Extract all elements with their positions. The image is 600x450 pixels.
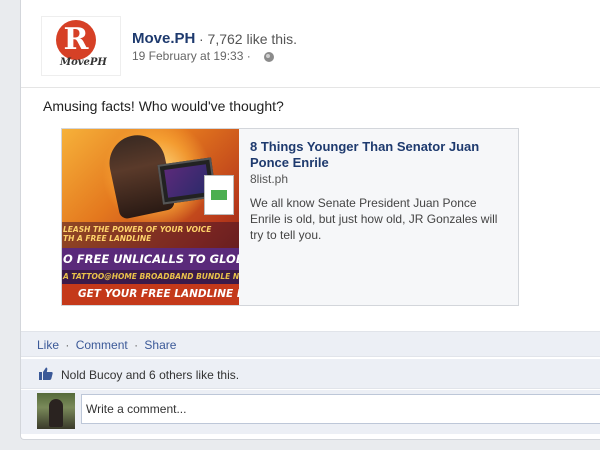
thumbs-up-icon (39, 367, 53, 380)
logo-letter: R (63, 22, 89, 57)
banner-line-2: O FREE UNLICALLS TO GLOBE & T (62, 248, 239, 270)
page-name-link[interactable]: Move.PH (132, 30, 195, 47)
banner-line-3: A TATTOO@HOME BROADBAND BUNDLE N (62, 270, 239, 284)
page-likes-count: · 7,762 like this. (199, 31, 298, 47)
preview-description: We all know Senate President Juan Ponce … (250, 196, 498, 242)
preview-thumbnail[interactable]: LEASH THE POWER OF YOUR VOICE TH A FREE … (62, 129, 239, 305)
globe-icon (264, 52, 274, 62)
comment-input[interactable] (81, 394, 600, 424)
link-preview[interactable]: LEASH THE POWER OF YOUR VOICE TH A FREE … (61, 128, 519, 306)
post-header: R MovePH Move.PH · 7,762 like this. 19 F… (21, 0, 600, 88)
likes-summary: Nold Bucoy and 6 others like this. (21, 359, 600, 389)
banner-line-4: GET YOUR FREE LANDLINE NOW (62, 284, 239, 305)
preview-domain: 8list.ph (250, 172, 289, 186)
logo-text: MovePH (60, 57, 107, 68)
user-avatar (37, 393, 75, 429)
likes-text[interactable]: Nold Bucoy and 6 others like this. (61, 368, 239, 382)
action-separator: · (65, 338, 70, 352)
comment-link[interactable]: Comment (76, 338, 128, 352)
preview-title-link[interactable]: 8 Things Younger Than Senator Juan Ponce… (250, 139, 500, 171)
post-message: Amusing facts! Who would've thought? (43, 98, 284, 114)
like-link[interactable]: Like (37, 338, 59, 352)
comment-bar (21, 390, 600, 434)
action-bar: Like · Comment · Share (21, 331, 600, 357)
action-row: Like · Comment · Share (37, 338, 176, 352)
post-timestamp[interactable]: 19 February at 19:33 · (132, 49, 251, 63)
package-icon (204, 175, 234, 215)
feed-post: R MovePH Move.PH · 7,762 like this. 19 F… (20, 0, 600, 440)
page-avatar[interactable]: R MovePH (41, 16, 121, 76)
banner-line-1: LEASH THE POWER OF YOUR VOICE TH A FREE … (62, 222, 239, 248)
action-separator: · (134, 338, 139, 352)
share-link[interactable]: Share (144, 338, 176, 352)
